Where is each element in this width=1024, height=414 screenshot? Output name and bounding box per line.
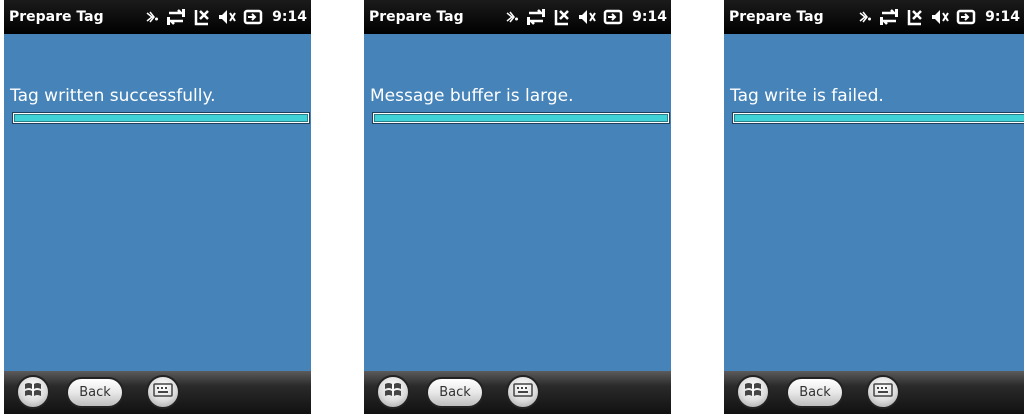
speaker-muted-icon[interactable] (218, 8, 237, 26)
app-title: Prepare Tag (369, 9, 464, 25)
progress-fill (374, 114, 668, 122)
sync-icon[interactable] (879, 8, 899, 26)
windows-logo-icon (23, 380, 43, 404)
device-screen-failed: Prepare Tag 9:14 Tag write is failed. Ba… (724, 0, 1024, 414)
clock[interactable]: 9:14 (632, 9, 667, 25)
status-message: Message buffer is large. (370, 86, 574, 106)
status-icons: 9:14 (145, 5, 307, 29)
battery-charging-icon[interactable] (243, 8, 263, 26)
title-bar: Prepare Tag 9:14 (364, 0, 671, 34)
sync-icon[interactable] (526, 8, 546, 26)
app-title: Prepare Tag (9, 9, 104, 25)
back-button[interactable]: Back (426, 377, 484, 408)
back-button[interactable]: Back (66, 377, 124, 408)
app-title: Prepare Tag (729, 9, 824, 25)
progress-bar (372, 112, 670, 124)
bluetooth-icon[interactable] (145, 10, 159, 24)
status-icons: 9:14 (858, 5, 1020, 29)
back-button[interactable]: Back (786, 377, 844, 408)
progress-fill (14, 114, 308, 122)
start-button[interactable] (376, 375, 410, 409)
battery-charging-icon[interactable] (603, 8, 623, 26)
status-icons: 9:14 (505, 5, 667, 29)
bottom-bar: Back (4, 371, 311, 414)
bluetooth-icon[interactable] (858, 10, 872, 24)
progress-bar (732, 112, 1024, 124)
speaker-muted-icon[interactable] (931, 8, 950, 26)
keyboard-icon (873, 382, 893, 402)
clock[interactable]: 9:14 (272, 9, 307, 25)
title-bar: Prepare Tag 9:14 (724, 0, 1024, 34)
bottom-bar: Back (724, 371, 1024, 414)
status-message: Tag write is failed. (730, 86, 884, 106)
battery-charging-icon[interactable] (956, 8, 976, 26)
bluetooth-icon[interactable] (505, 10, 519, 24)
keyboard-button[interactable] (866, 375, 900, 409)
progress-bar (12, 112, 310, 124)
device-screen-success: Prepare Tag 9:14 Tag written successfull… (4, 0, 311, 414)
keyboard-icon (153, 382, 173, 402)
speaker-muted-icon[interactable] (578, 8, 597, 26)
start-button[interactable] (16, 375, 50, 409)
keyboard-button[interactable] (506, 375, 540, 409)
bottom-bar: Back (364, 371, 671, 414)
windows-logo-icon (383, 380, 403, 404)
clock[interactable]: 9:14 (985, 9, 1020, 25)
signal-off-icon[interactable] (553, 8, 571, 26)
keyboard-icon (513, 382, 533, 402)
title-bar: Prepare Tag 9:14 (4, 0, 311, 34)
status-message: Tag written successfully. (10, 86, 216, 106)
keyboard-button[interactable] (146, 375, 180, 409)
windows-logo-icon (743, 380, 763, 404)
progress-fill (734, 114, 1024, 122)
sync-icon[interactable] (166, 8, 186, 26)
device-screen-buffer-large: Prepare Tag 9:14 Message buffer is large… (364, 0, 671, 414)
signal-off-icon[interactable] (906, 8, 924, 26)
start-button[interactable] (736, 375, 770, 409)
signal-off-icon[interactable] (193, 8, 211, 26)
